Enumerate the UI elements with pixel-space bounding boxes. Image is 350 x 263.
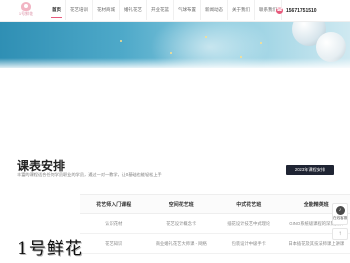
table-cell: 包装设计中级手卡 bbox=[231, 241, 266, 246]
banner-fade bbox=[0, 58, 350, 68]
table-cell: 商业婚礼花艺大师课 - 网络 bbox=[155, 241, 207, 246]
main-nav: 首页 花艺培训 花材商城 婚礼花艺 开业花篮 气球布置 新闻动态 关于我们 联系… bbox=[48, 0, 282, 20]
table-header-cell: 中式花艺班 bbox=[236, 202, 262, 208]
phone-icon: ☎ bbox=[276, 7, 283, 14]
table-header-row: 花艺师入门课程 空间花艺班 中式花艺班 全能精英班 bbox=[80, 194, 350, 214]
phone-number: 15671751510 bbox=[286, 7, 317, 14]
headset-icon: ♪ bbox=[335, 206, 345, 215]
nav-item-opening-baskets[interactable]: 开业花篮 bbox=[147, 0, 174, 20]
section-subtitle: 丰富的课程适合任何学员职业的学员，通过一对一教学，让0基础也能轻松上手 bbox=[17, 172, 162, 177]
nav-item-wedding-floral[interactable]: 婚礼花艺 bbox=[120, 0, 147, 20]
nav-item-flower-mall[interactable]: 花材商城 bbox=[93, 0, 120, 20]
arrow-up-icon: ↑ bbox=[338, 231, 342, 237]
table-cell: 花艺知识 bbox=[105, 241, 123, 246]
nav-item-floral-training[interactable]: 花艺培训 bbox=[66, 0, 93, 20]
hero-banner bbox=[0, 22, 350, 68]
nav-item-home[interactable]: 首页 bbox=[48, 0, 66, 20]
nav-item-about[interactable]: 关于我们 bbox=[228, 0, 255, 20]
nav-item-balloon-decor[interactable]: 气球布置 bbox=[174, 0, 201, 20]
table-row: 认识花材 花艺设计概念卡 插花设计技艺中式理论 GINO系统级课程的深刻赏析 bbox=[80, 214, 350, 234]
table-row: 花艺知识 商业婚礼花艺大师课 - 网络 包装设计中级手卡 日本插花及其技法师课上… bbox=[80, 234, 350, 254]
schedule-year-badge[interactable]: 2023年课程安排 bbox=[286, 165, 334, 175]
nav-item-news[interactable]: 新闻动态 bbox=[201, 0, 228, 20]
table-header-cell: 花艺师入门课程 bbox=[96, 202, 132, 208]
course-schedule-table: 花艺师入门课程 空间花艺班 中式花艺班 全能精英班 认识花材 花艺设计概念卡 插… bbox=[80, 194, 350, 254]
online-service-button[interactable]: ♪ 在线客服 bbox=[332, 203, 348, 225]
logo-text: 1号鲜花 bbox=[18, 11, 34, 16]
confetti-dot bbox=[205, 36, 207, 38]
flower-logo-icon bbox=[21, 2, 31, 11]
table-cell: 花艺设计概念卡 bbox=[166, 221, 197, 226]
confetti-dot bbox=[170, 52, 172, 54]
table-cell: 插花设计技艺中式理论 bbox=[227, 221, 271, 226]
table-cell: 认识花材 bbox=[105, 221, 123, 226]
site-logo[interactable]: 1号鲜花 bbox=[12, 2, 40, 21]
top-navigation-bar: 1号鲜花 首页 花艺培训 花材商城 婚礼花艺 开业花篮 气球布置 新闻动态 关于… bbox=[0, 0, 350, 22]
phone-contact[interactable]: ☎ 15671751510 bbox=[276, 6, 317, 15]
back-to-top-button[interactable]: ↑ bbox=[332, 228, 348, 240]
confetti-dot bbox=[260, 42, 262, 44]
table-header-cell: 空间花艺班 bbox=[168, 202, 194, 208]
online-service-label: 在线客服 bbox=[333, 216, 348, 220]
watermark-text: 1号鲜花 bbox=[17, 239, 83, 259]
confetti-dot bbox=[120, 40, 122, 42]
